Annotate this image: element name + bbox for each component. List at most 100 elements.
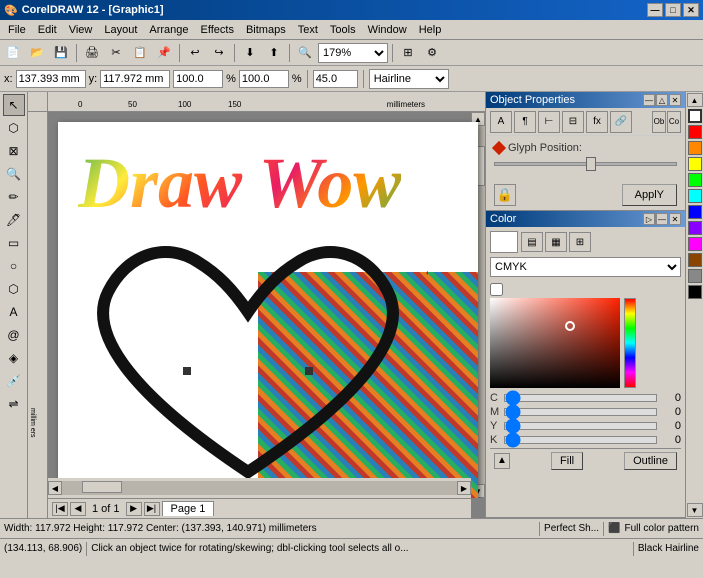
m-slider[interactable] bbox=[504, 408, 657, 416]
menu-effects[interactable]: Effects bbox=[195, 23, 240, 37]
menu-layout[interactable]: Layout bbox=[98, 23, 143, 37]
color-panel-expand-btn[interactable]: ▷ bbox=[643, 213, 655, 225]
col-tab-btn[interactable]: Co bbox=[667, 111, 681, 133]
polygon-tool[interactable]: ⬡ bbox=[3, 278, 25, 300]
hyperlink-btn[interactable]: 🔗 bbox=[610, 111, 632, 133]
menu-edit[interactable]: Edit bbox=[32, 23, 63, 37]
menu-view[interactable]: View bbox=[63, 23, 99, 37]
palette-brown[interactable] bbox=[688, 253, 702, 267]
text-tool[interactable]: A bbox=[3, 301, 25, 323]
paste-btn[interactable]: 📌 bbox=[153, 42, 175, 64]
minimize-button[interactable]: — bbox=[647, 3, 663, 17]
import-btn[interactable]: ⬇ bbox=[239, 42, 261, 64]
panel-expand-btn[interactable]: △ bbox=[656, 94, 668, 106]
select-tool[interactable]: ↖ bbox=[3, 94, 25, 116]
tabs-btn[interactable]: ⊢ bbox=[538, 111, 560, 133]
rect-tool[interactable]: ▭ bbox=[3, 232, 25, 254]
zoom-tool[interactable]: 🔍 bbox=[3, 163, 25, 185]
redo-btn[interactable]: ↪ bbox=[208, 42, 230, 64]
print-btn[interactable]: 🖨 bbox=[81, 42, 103, 64]
menu-arrange[interactable]: Arrange bbox=[143, 23, 194, 37]
color-panel-min-btn[interactable]: — bbox=[656, 213, 668, 225]
palette-gray[interactable] bbox=[688, 269, 702, 283]
y-slider[interactable] bbox=[504, 422, 657, 430]
smart-draw-tool[interactable]: 🖊 bbox=[3, 209, 25, 231]
color-mode-select[interactable]: CMYK RGB HSB bbox=[490, 257, 681, 277]
menu-text[interactable]: Text bbox=[292, 23, 324, 37]
color-model-btn2[interactable]: ▦ bbox=[545, 232, 567, 252]
scroll-horizontal[interactable]: ◀ ▶ bbox=[48, 478, 471, 498]
char-btn[interactable]: A bbox=[490, 111, 512, 133]
height-input[interactable] bbox=[239, 70, 289, 88]
page-tab[interactable]: Page 1 bbox=[162, 501, 215, 516]
color-gradient-area[interactable] bbox=[490, 298, 620, 388]
scroll-left-btn[interactable]: ◀ bbox=[48, 481, 62, 495]
undo-btn[interactable]: ↩ bbox=[184, 42, 206, 64]
color-picker-thumb[interactable] bbox=[565, 321, 575, 331]
menu-tools[interactable]: Tools bbox=[324, 23, 362, 37]
palette-orange[interactable] bbox=[688, 141, 702, 155]
ellipse-tool[interactable]: ○ bbox=[3, 255, 25, 277]
panel-header-btns[interactable]: — △ ✕ bbox=[643, 94, 681, 106]
shape-tool[interactable]: ⬡ bbox=[3, 117, 25, 139]
freehand-tool[interactable]: ✏ bbox=[3, 186, 25, 208]
menu-file[interactable]: File bbox=[2, 23, 32, 37]
last-page-btn[interactable]: ▶| bbox=[144, 502, 160, 516]
palette-green[interactable] bbox=[688, 173, 702, 187]
line-type-select[interactable]: Hairline bbox=[369, 69, 449, 89]
color-panel-close-btn[interactable]: ✕ bbox=[669, 213, 681, 225]
open-btn[interactable]: 📂 bbox=[26, 42, 48, 64]
apply-button[interactable]: ApplY bbox=[622, 184, 677, 206]
scroll-thumb-h[interactable] bbox=[82, 481, 122, 493]
glyph-slider[interactable] bbox=[494, 162, 677, 166]
obj-tab-btn[interactable]: Ob bbox=[652, 111, 666, 133]
scroll-right-btn[interactable]: ▶ bbox=[457, 481, 471, 495]
color-model-btn3[interactable]: ⊞ bbox=[569, 232, 591, 252]
title-bar-controls[interactable]: — □ ✕ bbox=[647, 3, 699, 17]
next-page-btn[interactable]: ▶ bbox=[126, 502, 142, 516]
palette-red[interactable] bbox=[688, 125, 702, 139]
outline-button[interactable]: Outline bbox=[624, 452, 677, 470]
prev-page-btn[interactable]: ◀ bbox=[70, 502, 86, 516]
no-fill-checkbox[interactable] bbox=[490, 283, 503, 296]
drawing-canvas[interactable]: Draw Wow bbox=[58, 122, 478, 498]
snap-btn[interactable]: ⊞ bbox=[397, 42, 419, 64]
palette-blue[interactable] bbox=[688, 205, 702, 219]
panel-minimize-btn[interactable]: — bbox=[643, 94, 655, 106]
cols-btn[interactable]: ⊟ bbox=[562, 111, 584, 133]
zoom-in-btn[interactable]: 🔍 bbox=[294, 42, 316, 64]
eyedropper-tool[interactable]: 💉 bbox=[3, 370, 25, 392]
color-panel-btns[interactable]: ▷ — ✕ bbox=[643, 213, 681, 225]
c-slider[interactable] bbox=[504, 394, 657, 402]
zoom-select[interactable]: 179% bbox=[318, 43, 388, 63]
menu-window[interactable]: Window bbox=[362, 23, 413, 37]
crop-tool[interactable]: ⊠ bbox=[3, 140, 25, 162]
export-btn[interactable]: ⬆ bbox=[263, 42, 285, 64]
copy-btn[interactable]: 📋 bbox=[129, 42, 151, 64]
menu-bitmaps[interactable]: Bitmaps bbox=[240, 23, 292, 37]
spiral-tool[interactable]: @ bbox=[3, 324, 25, 346]
palette-white[interactable] bbox=[688, 109, 702, 123]
new-btn[interactable]: 📄 bbox=[2, 42, 24, 64]
x-input[interactable] bbox=[16, 70, 86, 88]
maximize-button[interactable]: □ bbox=[665, 3, 681, 17]
first-page-btn[interactable]: |◀ bbox=[52, 502, 68, 516]
palette-scroll-down[interactable]: ▼ bbox=[687, 503, 703, 517]
effects-btn[interactable]: fx bbox=[586, 111, 608, 133]
palette-yellow[interactable] bbox=[688, 157, 702, 171]
palette-scroll-up[interactable]: ▲ bbox=[687, 93, 703, 107]
close-button[interactable]: ✕ bbox=[683, 3, 699, 17]
palette-cyan[interactable] bbox=[688, 189, 702, 203]
save-btn[interactable]: 💾 bbox=[50, 42, 72, 64]
palette-magenta[interactable] bbox=[688, 237, 702, 251]
options-btn[interactable]: ⚙ bbox=[421, 42, 443, 64]
y-input[interactable] bbox=[100, 70, 170, 88]
k-slider[interactable] bbox=[504, 436, 657, 444]
cut-btn[interactable]: ✂ bbox=[105, 42, 127, 64]
lock-btn[interactable]: 🔒 bbox=[494, 184, 516, 206]
width-input[interactable] bbox=[173, 70, 223, 88]
color-model-btn1[interactable]: ▤ bbox=[521, 232, 543, 252]
fill-button[interactable]: Fill bbox=[551, 452, 583, 470]
palette-purple[interactable] bbox=[688, 221, 702, 235]
menu-help[interactable]: Help bbox=[413, 23, 448, 37]
